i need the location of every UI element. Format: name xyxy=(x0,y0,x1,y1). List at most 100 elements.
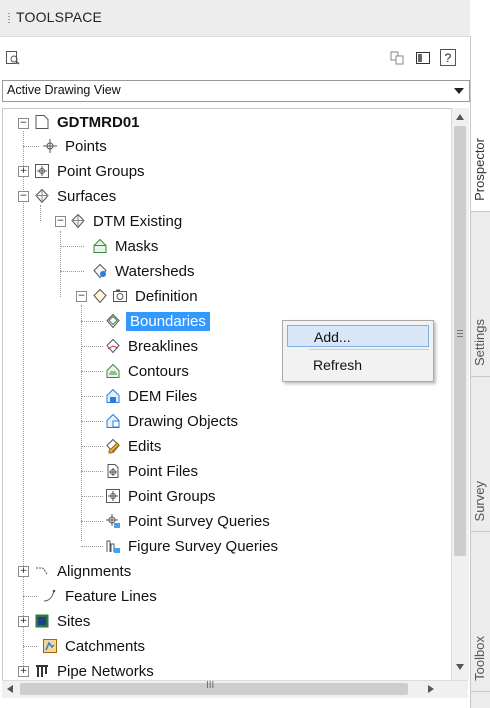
menu-item-refresh[interactable]: Refresh xyxy=(287,354,429,376)
catchment-icon xyxy=(41,637,59,655)
point-group-icon xyxy=(104,487,122,505)
edit-icon xyxy=(104,437,122,455)
surface-icon xyxy=(33,187,51,205)
tree-item-label: Point Groups xyxy=(128,487,216,505)
collapse-definition-toggle[interactable]: − xyxy=(76,291,87,302)
scroll-right-icon[interactable] xyxy=(428,685,434,693)
tab-label: Survey xyxy=(472,480,487,521)
view-dropdown[interactable]: Active Drawing View xyxy=(2,80,470,102)
tree-item-sites[interactable]: Sites xyxy=(33,610,90,632)
help-icon[interactable]: ? xyxy=(440,49,456,66)
expand-point-groups-toggle[interactable]: + xyxy=(18,166,29,177)
tree-item-dtm-existing[interactable]: DTM Existing xyxy=(69,210,182,232)
tree-item-label: Watersheds xyxy=(115,262,195,280)
figure-query-icon xyxy=(104,537,122,555)
tree-connector xyxy=(81,446,103,447)
tree-connector xyxy=(81,321,103,322)
tab-prospector[interactable]: Prospector xyxy=(471,36,490,212)
panel-title-bar: TOOLSPACE xyxy=(0,0,470,37)
search-drawing-icon[interactable] xyxy=(4,49,22,67)
tree-item-point-groups[interactable]: Point Groups xyxy=(33,160,145,182)
tree-item-contours[interactable]: Contours xyxy=(104,360,189,382)
tree-item-label: Point Survey Queries xyxy=(128,512,270,530)
tree-item-dem-files[interactable]: DEM Files xyxy=(104,385,197,407)
boundary-icon xyxy=(104,312,122,330)
tree-item-label: Edits xyxy=(128,437,162,455)
expand-sites-toggle[interactable]: + xyxy=(18,616,29,627)
tree-item-breaklines[interactable]: Breaklines xyxy=(104,335,198,357)
horizontal-scroll-thumb[interactable]: III xyxy=(20,680,408,695)
surface-icon xyxy=(69,212,87,230)
tree-item-masks[interactable]: Masks xyxy=(91,235,158,257)
menu-item-add[interactable]: Add... xyxy=(287,325,429,347)
chevron-down-icon xyxy=(454,88,464,94)
tree-connector xyxy=(81,521,103,522)
tree-item-label: Breaklines xyxy=(128,337,199,355)
tree-item-label: Sites xyxy=(57,612,91,630)
tree-connector xyxy=(81,471,103,472)
tree-item-label: Drawing Objects xyxy=(128,412,239,430)
tab-label: Settings xyxy=(472,319,487,366)
tree-item-boundaries[interactable]: Boundaries xyxy=(104,310,210,332)
scroll-up-icon[interactable] xyxy=(456,114,464,120)
expand-alignments-toggle[interactable]: + xyxy=(18,566,29,577)
tree-connector xyxy=(60,231,61,297)
collapse-dtm-existing-toggle[interactable]: − xyxy=(55,216,66,227)
menu-separator xyxy=(309,349,429,350)
feature-line-icon xyxy=(41,587,59,605)
tree-item-label: Point Files xyxy=(128,462,199,480)
menu-item-label: Refresh xyxy=(313,357,363,373)
tree-item-alignments[interactable]: Alignments xyxy=(33,560,131,582)
tree-item-surfaces[interactable]: Surfaces xyxy=(33,185,116,207)
side-tabs: Prospector Settings Survey Toolbox xyxy=(470,36,490,708)
vertical-scroll-thumb[interactable] xyxy=(454,126,466,556)
tree-connector xyxy=(81,346,103,347)
panel-icon[interactable] xyxy=(414,49,432,67)
horizontal-scrollbar[interactable]: III xyxy=(2,680,468,698)
contour-icon xyxy=(104,362,122,380)
collapse-root-toggle[interactable]: − xyxy=(18,118,29,129)
copy-icon[interactable] xyxy=(388,49,406,67)
tab-label: Prospector xyxy=(472,138,487,201)
tree-item-feature-lines[interactable]: Feature Lines xyxy=(41,585,157,607)
tree-item-figure-survey-queries[interactable]: Figure Survey Queries xyxy=(104,535,278,557)
tree-item-watersheds[interactable]: Watersheds xyxy=(91,260,194,282)
tree-connector xyxy=(81,305,82,541)
expand-pipe-networks-toggle[interactable]: + xyxy=(18,666,29,677)
tree-item-point-files[interactable]: Point Files xyxy=(104,460,198,482)
scroll-grip xyxy=(457,330,463,337)
scroll-left-icon[interactable] xyxy=(7,685,13,693)
tab-survey[interactable]: Survey xyxy=(471,376,490,532)
surface-icon xyxy=(91,287,109,305)
tree-item-label: Feature Lines xyxy=(65,587,157,605)
tree-item-label: DTM Existing xyxy=(93,212,183,230)
pipe-network-icon xyxy=(33,662,51,680)
tree-item-points[interactable]: Points xyxy=(41,135,107,157)
tab-settings[interactable]: Settings xyxy=(471,211,490,377)
drag-grip[interactable] xyxy=(8,13,10,25)
toolbar: ? xyxy=(0,37,470,77)
tree-connector xyxy=(23,131,24,674)
tree-item-label: Alignments xyxy=(57,562,132,580)
scroll-down-icon[interactable] xyxy=(456,664,464,670)
tree-connector xyxy=(81,371,103,372)
tree-item-pipe-networks[interactable]: Pipe Networks xyxy=(33,660,154,681)
breakline-icon xyxy=(104,337,122,355)
tree-item-definition[interactable]: Definition xyxy=(91,285,198,307)
tree-item-def-point-groups[interactable]: Point Groups xyxy=(104,485,216,507)
tree-item-point-survey-queries[interactable]: Point Survey Queries xyxy=(104,510,270,532)
survey-query-icon xyxy=(104,512,122,530)
tree-root[interactable]: GDTMRD01 xyxy=(33,111,140,133)
tab-toolbox[interactable]: Toolbox xyxy=(471,531,490,692)
dem-file-icon xyxy=(104,387,122,405)
tree-item-label: Catchments xyxy=(65,637,146,655)
tree-item-label: Figure Survey Queries xyxy=(128,537,279,555)
tree-item-catchments[interactable]: Catchments xyxy=(41,635,145,657)
collapse-surfaces-toggle[interactable]: − xyxy=(18,191,29,202)
vertical-scrollbar[interactable] xyxy=(451,108,469,680)
tree-item-label: Surfaces xyxy=(57,187,117,205)
tree-item-label: Points xyxy=(65,137,107,155)
point-file-icon xyxy=(104,462,122,480)
tree-item-drawing-objects[interactable]: Drawing Objects xyxy=(104,410,238,432)
tree-item-edits[interactable]: Edits xyxy=(104,435,161,457)
